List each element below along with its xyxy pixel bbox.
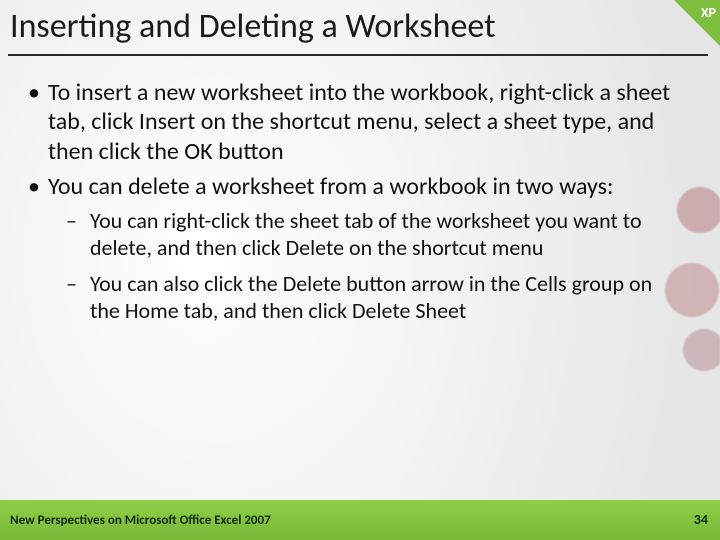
title-underline bbox=[8, 54, 708, 56]
bullet-text: You can delete a worksheet from a workbo… bbox=[48, 172, 613, 201]
slide: Inserting and Deleting a Worksheet To in… bbox=[0, 0, 720, 540]
sub-bullet-item: You can also click the Delete button arr… bbox=[62, 270, 686, 325]
bullet-item: You can delete a worksheet from a workbo… bbox=[26, 172, 686, 324]
page-number: 34 bbox=[694, 511, 708, 528]
slide-title: Inserting and Deleting a Worksheet bbox=[10, 6, 670, 47]
sub-bullet-text: You can right-click the sheet tab of the… bbox=[90, 207, 642, 261]
bullet-text: To insert a new worksheet into the workb… bbox=[48, 78, 670, 166]
footer-bar: New Perspectives on Microsoft Office Exc… bbox=[0, 500, 720, 540]
footer-text: New Perspectives on Microsoft Office Exc… bbox=[10, 513, 271, 528]
slide-body: To insert a new worksheet into the workb… bbox=[26, 78, 686, 332]
bullet-item: To insert a new worksheet into the workb… bbox=[26, 78, 686, 166]
sub-bullet-text: You can also click the Delete button arr… bbox=[90, 270, 652, 324]
sub-bullet-item: You can right-click the sheet tab of the… bbox=[62, 207, 686, 262]
corner-tab bbox=[674, 0, 720, 46]
